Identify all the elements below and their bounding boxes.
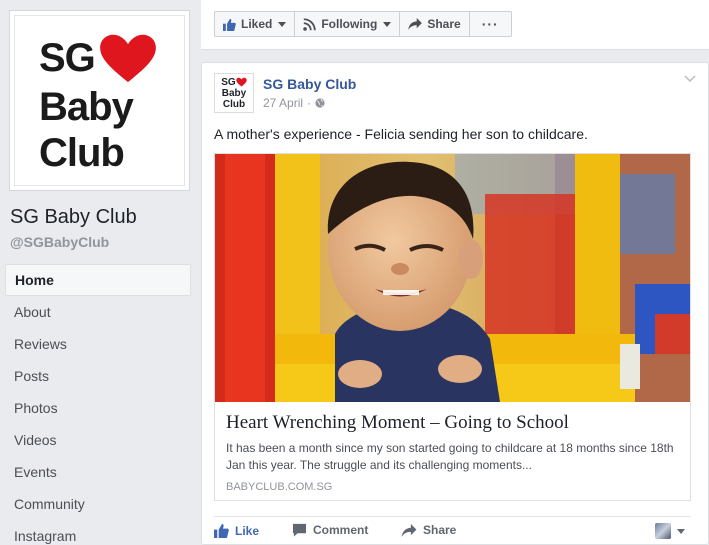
page-title[interactable]: SG Baby Club (10, 206, 137, 229)
share-post-label: Share (423, 523, 457, 537)
action-button-group: Liked Following Share ··· (214, 11, 512, 37)
like-button[interactable]: Like (214, 523, 259, 538)
post-text: A mother's experience - Felicia sending … (214, 126, 588, 142)
page-action-bar: Liked Following Share ··· (201, 0, 709, 50)
share-arrow-icon (408, 18, 423, 30)
post-meta: 27 April · (263, 96, 325, 110)
profile-picture[interactable]: SG Baby Club (9, 10, 190, 191)
nav-item-events[interactable]: Events (5, 456, 191, 488)
viewer-avatar (655, 523, 671, 539)
page-nav: Home About Reviews Posts Photos Videos E… (5, 264, 191, 545)
nav-item-videos[interactable]: Videos (5, 424, 191, 456)
avatar[interactable]: SG Baby Club (214, 73, 254, 113)
profile-logo: SG Baby Club (14, 15, 185, 186)
nav-item-photos[interactable]: Photos (5, 392, 191, 424)
child-playground-photo (215, 154, 690, 402)
avatar-logo-line-2: Baby (221, 87, 247, 99)
heart-icon (236, 77, 247, 87)
post-card: SG Baby Club SG Baby Club 27 April · A m… (201, 62, 709, 545)
comment-label: Comment (313, 523, 369, 537)
chevron-down-icon (383, 21, 392, 27)
post-as-selector[interactable] (655, 523, 685, 539)
meta-separator: · (307, 96, 312, 110)
following-label: Following (321, 17, 378, 31)
nav-item-instagram[interactable]: Instagram (5, 520, 191, 545)
following-button[interactable]: Following (294, 11, 401, 37)
avatar-logo-line-1: SG (221, 76, 236, 88)
thumbs-up-icon (223, 18, 236, 31)
sg-baby-club-logo: SG Baby Club (39, 32, 169, 176)
heart-icon (99, 34, 156, 83)
thumbs-up-icon (214, 523, 229, 538)
share-arrow-icon (401, 523, 417, 537)
link-domain: BABYCLUB.COM.SG (226, 481, 333, 493)
share-page-button[interactable]: Share (399, 11, 470, 37)
more-options-button[interactable]: ··· (468, 11, 512, 37)
rss-icon (303, 17, 317, 31)
post-author[interactable]: SG Baby Club (263, 76, 356, 92)
comment-icon (292, 523, 307, 537)
logo-line-1: SG (39, 36, 96, 80)
chevron-down-icon[interactable] (684, 75, 696, 83)
liked-button[interactable]: Liked (214, 11, 296, 37)
comment-button[interactable]: Comment (292, 523, 368, 537)
nav-item-about[interactable]: About (5, 296, 191, 328)
avatar-logo-line-3: Club (222, 98, 246, 110)
liked-label: Liked (241, 17, 273, 31)
globe-icon (315, 98, 325, 108)
nav-item-posts[interactable]: Posts (5, 360, 191, 392)
share-label: Share (427, 17, 461, 31)
left-column: SG Baby Club SG Baby Club @SGBabyClub Ho… (0, 0, 201, 545)
like-label: Like (235, 523, 260, 538)
link-description: It has been a month since my son started… (226, 441, 674, 472)
link-preview[interactable]: Heart Wrenching Moment – Going to School… (214, 153, 691, 501)
logo-line-2: Baby (39, 85, 134, 129)
page-handle[interactable]: @SGBabyClub (10, 234, 109, 250)
link-title[interactable]: Heart Wrenching Moment – Going to School (226, 412, 569, 434)
logo-line-3: Club (39, 131, 125, 175)
chevron-down-icon (278, 21, 287, 27)
chevron-down-icon (677, 528, 685, 534)
nav-item-community[interactable]: Community (5, 488, 191, 520)
post-date[interactable]: 27 April (263, 96, 303, 110)
post-actions: Like Comment Share (214, 516, 691, 545)
nav-item-reviews[interactable]: Reviews (5, 328, 191, 360)
nav-item-home[interactable]: Home (5, 264, 191, 296)
link-preview-image[interactable] (215, 154, 690, 402)
share-post-button[interactable]: Share (401, 523, 456, 537)
